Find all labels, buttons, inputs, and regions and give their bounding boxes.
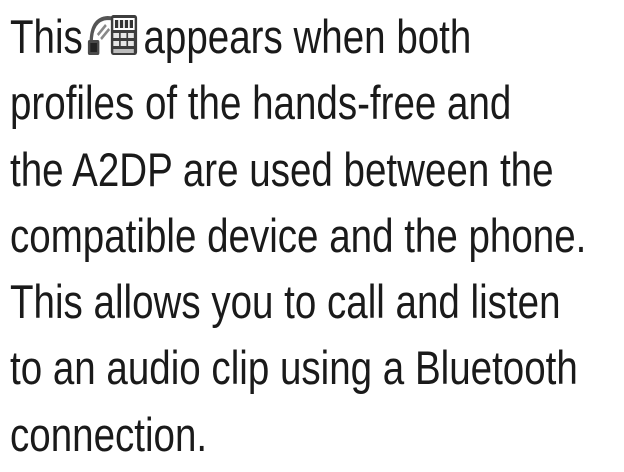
text-line-4: compatible device and the phone.	[10, 208, 587, 262]
line1-after-icon: appears when both	[143, 10, 472, 63]
bluetooth-description-paragraph: This appears when both profiles of the h…	[10, 4, 587, 468]
text-line-5: This allows you to call and listen	[10, 275, 561, 329]
text-line-1: This appears when both	[10, 4, 512, 70]
text-line-2: profiles of the hands-free and	[10, 76, 512, 130]
line1-before-icon: This	[10, 10, 83, 63]
text-line-6: to an audio clip using a Bluetooth	[10, 341, 578, 395]
document-page: This appears when both profiles of the h…	[0, 0, 624, 472]
bluetooth-headset-a2dp-icon	[87, 15, 137, 55]
text-line-7: connection.	[10, 407, 208, 461]
text-line-3: the A2DP are used between the	[10, 142, 554, 196]
